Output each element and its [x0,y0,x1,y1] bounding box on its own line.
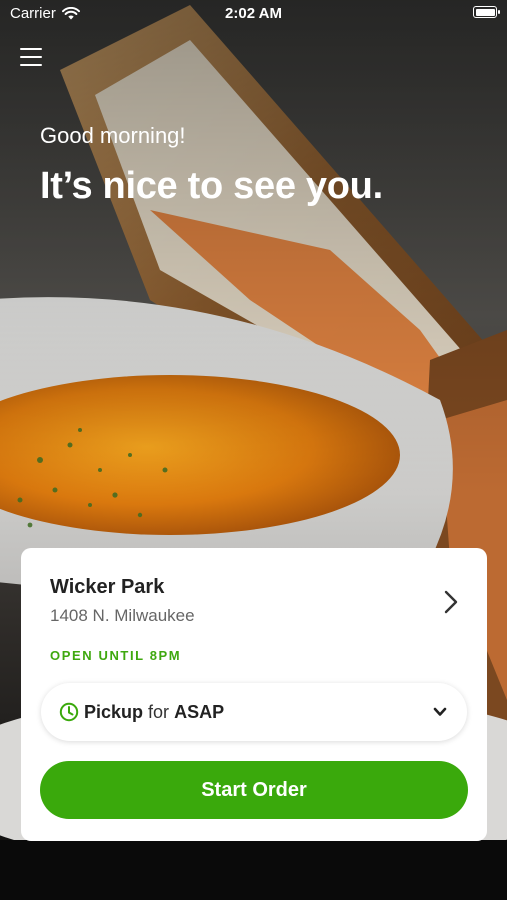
store-name[interactable]: Wicker Park [50,576,164,599]
status-bar: Carrier 2:02 AM [0,0,507,28]
pickup-summary: Pickup for ASAP [84,702,224,723]
welcome-headline: It’s nice to see you. [40,165,383,207]
order-time: ASAP [174,702,225,722]
battery-icon [473,6,500,18]
store-hours-badge: OPEN UNTIL 8PM [50,648,182,663]
order-method: Pickup [84,702,144,722]
greeting-text: Good morning! [40,123,186,148]
hamburger-menu-button[interactable] [20,48,42,67]
store-address: 1408 N. Milwaukee [50,606,195,625]
order-connector: for [148,702,170,722]
pickup-time-selector[interactable]: Pickup for ASAP [41,683,467,741]
status-time: 2:02 AM [225,5,282,22]
clock-icon [59,702,79,722]
home-screen: Carrier 2:02 AM Good morning! It’s nice … [0,0,507,900]
store-card: Wicker Park 1408 N. Milwaukee OPEN UNTIL… [21,548,487,841]
chevron-down-icon [433,707,447,716]
chevron-right-icon[interactable] [443,590,459,614]
hamburger-icon-line [20,48,42,51]
hamburger-icon-line [20,55,42,59]
start-order-button[interactable]: Start Order [40,761,468,819]
hamburger-icon-line [20,63,42,67]
